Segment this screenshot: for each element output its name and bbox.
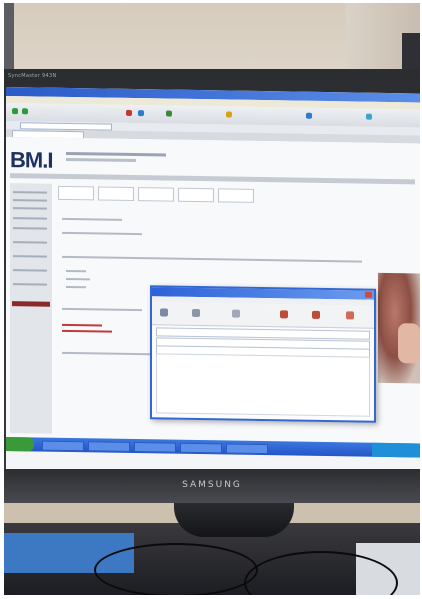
sidebar-item [13, 207, 47, 210]
bezel-model-label: SyncMaster 943N [8, 73, 57, 79]
content-text [62, 255, 362, 263]
sidebar-highlight [12, 301, 50, 307]
content-tab [138, 187, 174, 202]
monitor-screen: BM.I [6, 87, 420, 476]
favorites-icon [226, 111, 232, 118]
stop-icon [126, 109, 132, 116]
content-text [66, 269, 86, 273]
monitor-chin: SAMSUNG [4, 469, 420, 503]
sidebar-item [13, 191, 47, 194]
popup-window [150, 285, 376, 423]
taskbar-item [180, 442, 222, 454]
tool-icon [232, 309, 240, 318]
content-text [66, 277, 90, 281]
content-tab [218, 188, 254, 203]
popup-toolbar [152, 302, 374, 329]
taskbar-item [226, 443, 268, 455]
sidebar-item [13, 227, 47, 230]
content-tab [178, 187, 214, 203]
message-body [156, 353, 370, 417]
wall-corner-shadow [402, 33, 420, 73]
site-sidebar [10, 183, 52, 434]
flag-icon [280, 310, 288, 319]
taskbar-item [134, 442, 176, 453]
cable [94, 543, 258, 595]
mail-icon [306, 112, 312, 119]
content-text [66, 285, 86, 289]
tool-icon [192, 308, 200, 318]
close-icon [365, 291, 372, 298]
content-link [62, 329, 112, 333]
refresh-icon [138, 110, 144, 117]
content-link [62, 323, 102, 327]
content-tab [58, 185, 94, 201]
content-text [62, 231, 142, 236]
send-icon [160, 308, 168, 317]
content-text [62, 307, 142, 312]
priority-icon [312, 310, 320, 319]
taskbar-item [42, 440, 84, 452]
system-tray [372, 442, 420, 458]
site-nav-bar [10, 173, 415, 185]
back-icon [12, 108, 18, 115]
sidebar-item [13, 217, 47, 220]
forward-icon [22, 108, 28, 115]
sidebar-item [13, 255, 47, 258]
sidebar-item [13, 269, 47, 272]
attachment-icon [346, 311, 354, 320]
page-photo-hand [398, 323, 420, 364]
sidebar-item [13, 283, 47, 286]
taskbar-item [88, 441, 130, 452]
site-logo: BM.I [10, 147, 53, 173]
search-icon [366, 113, 372, 120]
start-button [6, 437, 34, 452]
content-heading [62, 217, 122, 221]
brand-logo: SAMSUNG [182, 480, 242, 490]
content-tabs [58, 185, 278, 203]
sidebar-item [13, 199, 47, 202]
photo: SyncMaster 943N BM.I SAMSUNG [4, 3, 420, 595]
monitor-bezel: SyncMaster 943N BM.I [4, 69, 420, 476]
logo-subtitle-line [66, 151, 166, 157]
sidebar-item [13, 241, 47, 244]
monitor-stand [174, 503, 294, 537]
logo-subtitle-line [66, 157, 136, 163]
home-icon [166, 110, 172, 117]
content-tab [98, 186, 134, 202]
